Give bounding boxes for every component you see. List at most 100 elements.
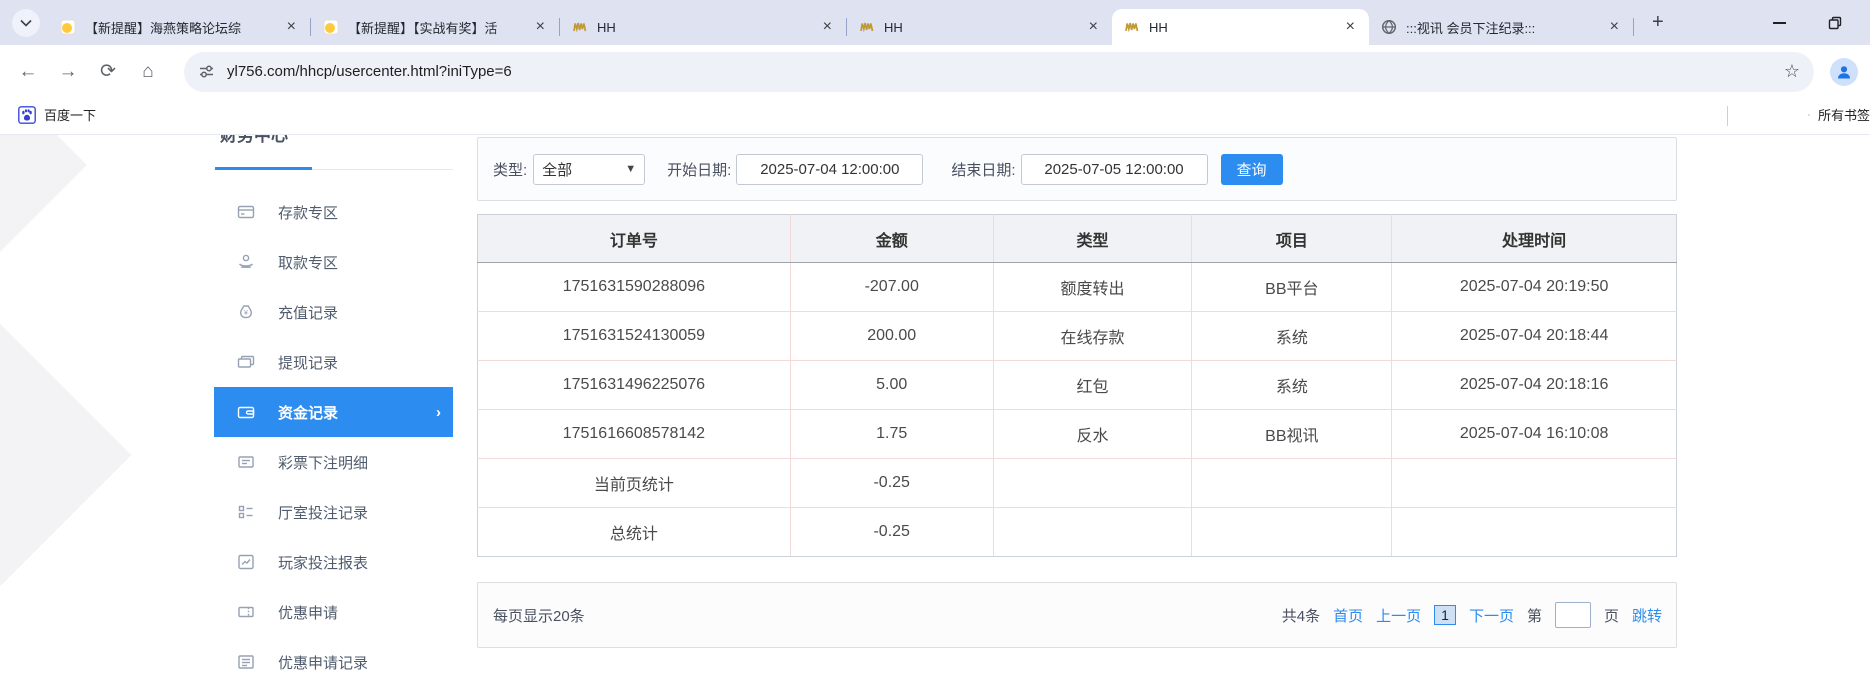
type-select[interactable]: 全部 ▼ — [533, 154, 645, 185]
first-page-link[interactable]: 首页 — [1333, 605, 1363, 626]
cash-cards-icon — [237, 353, 257, 371]
cell-time: 2025-07-04 20:18:16 — [1392, 361, 1677, 410]
tab-close-icon[interactable]: × — [285, 19, 298, 35]
next-page-link[interactable]: 下一页 — [1469, 605, 1514, 626]
tab-close-icon[interactable]: × — [534, 19, 547, 35]
sidebar-item-promo-apply-records[interactable]: 优惠申请记录 — [214, 637, 453, 681]
bookmark-star-icon[interactable]: ☆ — [1784, 61, 1800, 82]
browser-tab-2[interactable]: 【新提醒】【实战有奖】活 × — [311, 9, 559, 45]
cell-type: 反水 — [993, 410, 1192, 459]
browser-tab-6[interactable]: :::视讯 会员下注纪录::: × — [1369, 9, 1633, 45]
bookmark-label: 百度一下 — [44, 105, 96, 124]
tab-search-button[interactable] — [12, 9, 40, 37]
sidebar-item-recharge-records[interactable]: ¥ 充值记录 — [214, 287, 453, 337]
gold-favicon — [572, 19, 588, 35]
site-settings-icon[interactable] — [198, 63, 215, 80]
sidebar-item-label: 提现记录 — [278, 352, 338, 373]
forward-button[interactable]: → — [48, 52, 88, 92]
jump-suffix-text: 页 — [1604, 605, 1619, 626]
svg-text:¥: ¥ — [244, 310, 248, 317]
sidebar-item-label: 取款专区 — [278, 252, 338, 273]
tab-close-icon[interactable]: × — [1087, 19, 1100, 35]
cell-type: 红包 — [993, 361, 1192, 410]
address-bar[interactable]: yl756.com/hhcp/usercenter.html?iniType=6… — [184, 52, 1814, 92]
start-date-label: 开始日期: — [667, 159, 731, 180]
browser-tab-4[interactable]: HH × — [847, 9, 1112, 45]
sidebar-item-withdraw-zone[interactable]: 取款专区 — [214, 237, 453, 287]
browser-tab-3[interactable]: HH × — [560, 9, 846, 45]
start-date-input[interactable] — [736, 154, 923, 185]
all-bookmarks-button[interactable]: 所有书签 — [1808, 105, 1870, 124]
restore-icon — [1828, 16, 1842, 30]
table-row: 1751631496225076 5.00 红包 系统 2025-07-04 2… — [478, 361, 1677, 410]
sidebar-item-label: 充值记录 — [278, 302, 338, 323]
window-restore-button[interactable] — [1824, 12, 1846, 34]
browser-tab-5-active[interactable]: HH × — [1112, 9, 1369, 45]
cell-order-no: 1751631496225076 — [478, 361, 791, 410]
bookmark-baidu[interactable]: 百度一下 — [18, 105, 96, 124]
cell-amount: -0.25 — [790, 459, 993, 508]
watermark-shape — [0, 135, 87, 257]
sidebar-item-player-bet-report[interactable]: 玩家投注报表 — [214, 537, 453, 587]
browser-tab-1[interactable]: 【新提醒】海燕策略论坛综 × — [48, 9, 310, 45]
new-tab-button[interactable]: + — [1652, 11, 1664, 34]
sidebar-item-label: 存款专区 — [278, 202, 338, 223]
jump-page-input[interactable] — [1555, 602, 1591, 628]
jump-button[interactable]: 跳转 — [1632, 605, 1662, 626]
table-row: 1751631524130059 200.00 在线存款 系统 2025-07-… — [478, 312, 1677, 361]
cell-type: 在线存款 — [993, 312, 1192, 361]
back-button[interactable]: ← — [8, 52, 48, 92]
sidebar-item-withdrawal-records[interactable]: 提现记录 — [214, 337, 453, 387]
url-text[interactable]: yl756.com/hhcp/usercenter.html?iniType=6 — [227, 63, 1784, 80]
sidebar-item-label: 资金记录 — [278, 402, 338, 423]
tab-close-icon[interactable]: × — [1608, 19, 1621, 35]
cell-project: 系统 — [1192, 312, 1392, 361]
cell-type: 额度转出 — [993, 263, 1192, 312]
web-page: 财务中心 存款专区 取款专区 ¥ 充值记录 提现记录 资金记录 — [0, 135, 1870, 681]
sidebar-item-funds-records[interactable]: 资金记录 › — [214, 387, 453, 437]
wallet-icon — [237, 403, 257, 421]
search-button[interactable]: 查询 — [1221, 154, 1283, 185]
total-count-text: 共4条 — [1282, 605, 1320, 626]
forum-favicon — [323, 19, 339, 35]
cell-project: 系统 — [1192, 361, 1392, 410]
tab-separator — [1633, 18, 1634, 36]
column-header: 项目 — [1192, 215, 1392, 263]
jump-prefix-text: 第 — [1527, 605, 1542, 626]
table-header-row: 订单号 金额 类型 项目 处理时间 — [478, 215, 1677, 263]
end-date-input[interactable] — [1021, 154, 1208, 185]
window-minimize-button[interactable] — [1768, 12, 1790, 34]
cell-time: 2025-07-04 16:10:08 — [1392, 410, 1677, 459]
chevron-right-icon: › — [436, 404, 441, 421]
prev-page-link[interactable]: 上一页 — [1376, 605, 1421, 626]
chevron-down-icon: ▼ — [625, 163, 636, 175]
sidebar-item-lottery-bet-details[interactable]: 彩票下注明细 — [214, 437, 453, 487]
cell-order-no: 1751616608578142 — [478, 410, 791, 459]
sidebar-header-active-underline — [215, 167, 312, 170]
bookmarks-bar: 百度一下 所有书签 — [0, 98, 1870, 135]
cell-order-no: 1751631590288096 — [478, 263, 791, 312]
sidebar-item-hall-bet-records[interactable]: 厅室投注记录 — [214, 487, 453, 537]
home-button[interactable]: ⌂ — [128, 52, 168, 92]
cell-amount: 200.00 — [790, 312, 993, 361]
sidebar-item-promo-apply[interactable]: 优惠申请 — [214, 587, 453, 637]
tab-close-icon[interactable]: × — [821, 19, 834, 35]
profile-avatar[interactable] — [1830, 58, 1858, 86]
ticket-list-icon — [237, 453, 257, 471]
cell-amount: 5.00 — [790, 361, 993, 410]
table-summary-row-page: 当前页统计 -0.25 — [478, 459, 1677, 508]
deposit-card-icon — [237, 203, 257, 221]
sidebar-item-label: 优惠申请 — [278, 602, 338, 623]
current-page-indicator[interactable]: 1 — [1434, 605, 1456, 625]
list-squares-icon — [237, 503, 257, 521]
page-size-text: 每页显示20条 — [493, 605, 585, 626]
reload-button[interactable]: ⟳ — [88, 52, 128, 92]
end-date-label: 结束日期: — [951, 159, 1015, 180]
tab-close-icon[interactable]: × — [1344, 19, 1357, 35]
sidebar-item-label: 彩票下注明细 — [278, 452, 368, 473]
hand-money-icon — [237, 253, 257, 271]
sidebar-item-label: 优惠申请记录 — [278, 652, 368, 673]
cell-summary-label: 总统计 — [478, 508, 791, 557]
sidebar-item-deposit-zone[interactable]: 存款专区 — [214, 187, 453, 237]
gold-favicon — [1124, 19, 1140, 35]
